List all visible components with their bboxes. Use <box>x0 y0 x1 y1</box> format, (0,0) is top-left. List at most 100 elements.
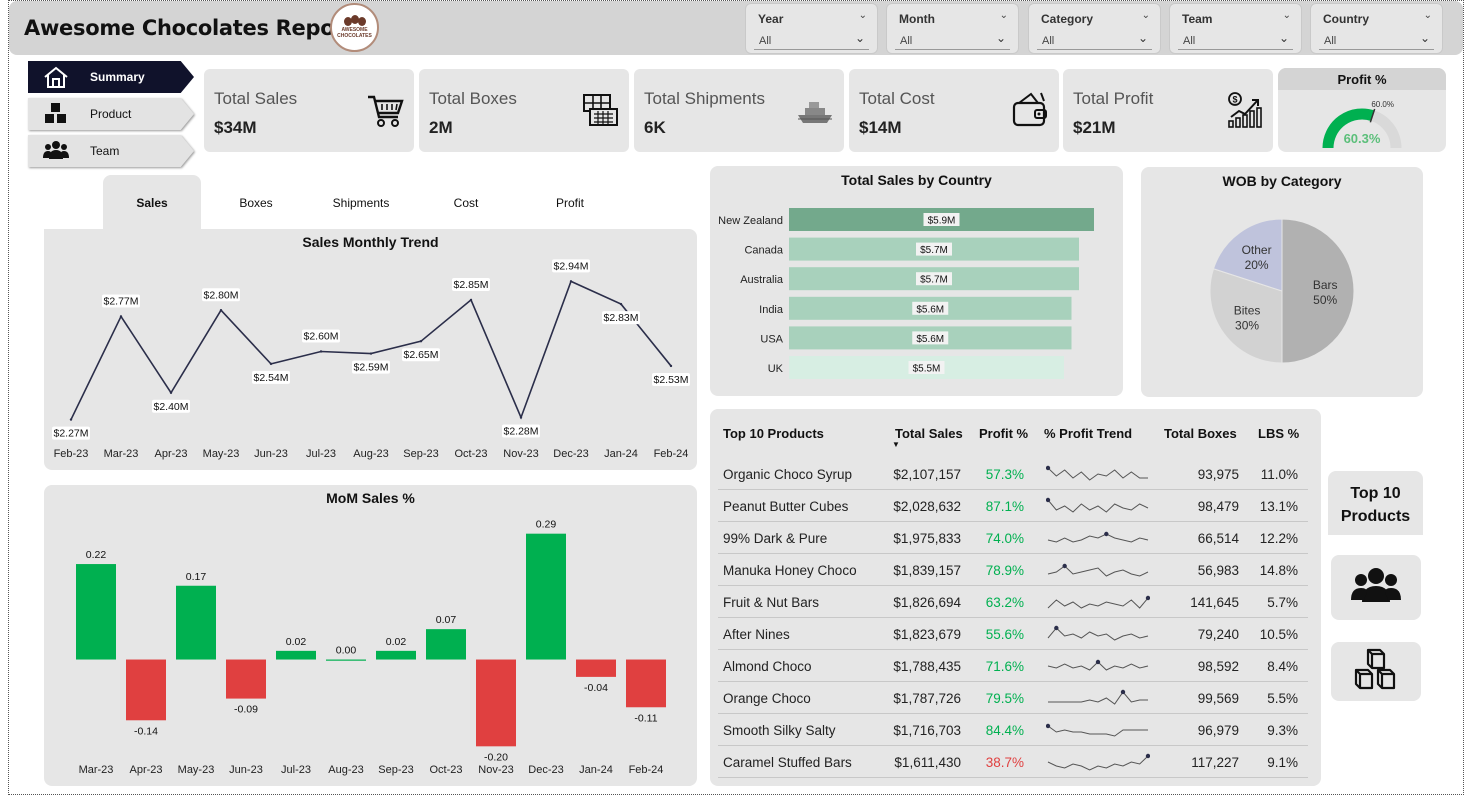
table-row[interactable]: After Nines $1,823,679 55.6% 79,240 10.5% <box>718 618 1308 650</box>
column-header[interactable]: Total Sales <box>895 426 963 441</box>
cell-boxes: 56,983 <box>1197 563 1239 578</box>
tab-profit[interactable]: Profit <box>520 175 620 229</box>
sales-trend-card: Sales Monthly Trend $2.27M Feb-23 $2.77M Ma… <box>44 229 697 470</box>
mom-x-tick: May-23 <box>178 764 215 776</box>
slicer-category[interactable]: Category ⌄ All ⌄ <box>1028 3 1161 54</box>
table-row[interactable]: 99% Dark & Pure $1,975,833 74.0% 66,514 12.2… <box>718 522 1308 554</box>
dropdown-arrow-icon[interactable]: ⌄ <box>1138 31 1148 45</box>
mom-data-label: 0.29 <box>536 519 557 531</box>
trend-point <box>469 298 473 302</box>
slicer-value: All <box>900 35 913 47</box>
sparkline-path <box>1047 627 1149 641</box>
cell-lbs: 5.5% <box>1267 691 1298 706</box>
nav-team-button[interactable]: Team <box>28 135 194 167</box>
kpi-title: Total Sales <box>214 89 298 108</box>
kpi-value: 6K <box>644 118 666 137</box>
cell-product: After Nines <box>723 627 790 642</box>
tab-boxes[interactable]: Boxes <box>206 175 306 229</box>
dropdown-arrow-icon[interactable]: ⌄ <box>1420 31 1430 45</box>
profit-trend-sparkline <box>1047 753 1150 771</box>
sparkline-max-marker <box>1046 497 1051 503</box>
table-header: Top 10 Products Total Sales Profit % % Prof… <box>718 420 1308 458</box>
trend-x-tick: Jun-23 <box>254 448 288 460</box>
table-row[interactable]: Fruit & Nut Bars $1,826,694 63.2% 141,645 5.… <box>718 586 1308 618</box>
column-header[interactable]: Total Boxes <box>1164 426 1237 441</box>
cell-profit: 57.3% <box>985 467 1024 482</box>
cell-product: Manuka Honey Choco <box>723 563 857 578</box>
mom-bar <box>626 659 666 708</box>
table-row[interactable]: Almond Choco $1,788,435 71.6% 98,592 8.4% <box>718 650 1308 682</box>
chevron-down-icon[interactable]: ⌄ <box>859 10 867 21</box>
trend-data-label: $2.77M <box>103 295 138 307</box>
country-label: Australia <box>740 274 784 286</box>
sparkline-max-marker <box>1046 465 1051 471</box>
cell-boxes: 79,240 <box>1197 627 1239 642</box>
table-row[interactable]: Peanut Butter Cubes $2,028,632 87.1% 98,479… <box>718 490 1308 522</box>
slicer-label: Country <box>1323 12 1369 26</box>
team-nav-button[interactable] <box>1331 555 1421 620</box>
slicer-year[interactable]: Year ⌄ All ⌄ <box>745 3 878 54</box>
svg-text:$: $ <box>1232 95 1237 105</box>
table-row[interactable]: Caramel Stuffed Bars $1,611,430 38.7% 117,2… <box>718 746 1308 778</box>
table-row[interactable]: Manuka Honey Choco $1,839,157 78.9% 56,983 1… <box>718 554 1308 586</box>
pie-category-label: Bites <box>1234 303 1261 317</box>
kpi-title: Total Boxes <box>429 89 517 108</box>
tab-shipments[interactable]: Shipments <box>311 175 411 229</box>
column-header[interactable]: LBS % <box>1258 426 1299 441</box>
mom-data-label: 0.17 <box>186 571 207 583</box>
sales-by-country-chart: New Zealand $5.9M Canada $5.7M Australia $5.7… <box>718 208 1094 379</box>
kpi-card-total-cost: Total Cost $14M <box>849 69 1059 152</box>
table-row[interactable]: Orange Choco $1,787,726 79.5% 99,569 5.5% <box>718 682 1308 714</box>
logo-text: AWESOME CHOCOLATES <box>337 26 372 39</box>
cell-profit: 84.4% <box>985 723 1024 738</box>
cell-product: Caramel Stuffed Bars <box>723 755 852 770</box>
kpi-value: 2M <box>429 118 453 137</box>
profit-trend-sparkline <box>1047 531 1149 543</box>
mom-data-label: -0.04 <box>584 682 608 694</box>
trend-point <box>669 364 673 368</box>
dropdown-arrow-icon[interactable]: ⌄ <box>1279 31 1289 45</box>
mom-x-tick: Mar-23 <box>79 764 114 776</box>
country-data-label: $5.9M <box>928 216 956 227</box>
country-label: India <box>759 304 784 316</box>
chevron-down-icon[interactable]: ⌄ <box>1424 10 1432 21</box>
profit-trend-sparkline <box>1046 723 1148 737</box>
tab-sales[interactable]: Sales <box>103 175 201 229</box>
cell-lbs: 13.1% <box>1259 499 1298 514</box>
slicer-dropdown[interactable]: All ⌄ <box>1319 28 1434 50</box>
slicer-dropdown[interactable]: All ⌄ <box>754 28 869 50</box>
chevron-down-icon[interactable]: ⌄ <box>1142 10 1150 21</box>
nav-product-button[interactable]: Product <box>28 98 194 130</box>
nav-summary-button[interactable]: Summary <box>28 61 194 93</box>
table-row[interactable]: Organic Choco Syrup $2,107,157 57.3% 93,975… <box>718 458 1308 490</box>
slicer-dropdown[interactable]: All ⌄ <box>1178 28 1293 50</box>
slicer-country[interactable]: Country ⌄ All ⌄ <box>1310 3 1443 54</box>
sort-desc-icon[interactable]: ▼ <box>892 440 900 449</box>
cell-profit: 78.9% <box>985 563 1024 578</box>
product-nav-button[interactable] <box>1331 642 1421 701</box>
chevron-down-icon[interactable]: ⌄ <box>1283 10 1291 21</box>
column-header[interactable]: % Profit Trend <box>1044 426 1132 441</box>
table-row[interactable]: Smooth Silky Salty $1,716,703 84.4% 96,979 9… <box>718 714 1308 746</box>
column-header[interactable]: Profit % <box>979 426 1028 441</box>
slicer-label: Year <box>758 12 784 26</box>
tab-cost[interactable]: Cost <box>416 175 516 229</box>
slicer-dropdown[interactable]: All ⌄ <box>1037 28 1152 50</box>
column-header[interactable]: Top 10 Products <box>723 426 824 441</box>
trend-x-tick: Jan-24 <box>604 448 638 460</box>
cell-boxes: 98,592 <box>1197 659 1239 674</box>
home-icon <box>42 65 70 89</box>
slicer-team[interactable]: Team ⌄ All ⌄ <box>1169 3 1302 54</box>
slicer-month[interactable]: Month ⌄ All ⌄ <box>886 3 1019 54</box>
cell-boxes: 99,569 <box>1197 691 1239 706</box>
slicer-dropdown[interactable]: All ⌄ <box>895 28 1010 50</box>
trend-x-tick: Dec-23 <box>553 448 588 460</box>
kpi-value: $21M <box>1073 118 1116 137</box>
mom-data-label: -0.14 <box>134 725 158 737</box>
dropdown-arrow-icon[interactable]: ⌄ <box>855 31 865 45</box>
country-data-label: $5.6M <box>916 304 944 315</box>
dropdown-arrow-icon[interactable]: ⌄ <box>996 31 1006 45</box>
cell-lbs: 9.3% <box>1267 723 1298 738</box>
chevron-down-icon[interactable]: ⌄ <box>1000 10 1008 21</box>
trend-point <box>69 418 73 421</box>
